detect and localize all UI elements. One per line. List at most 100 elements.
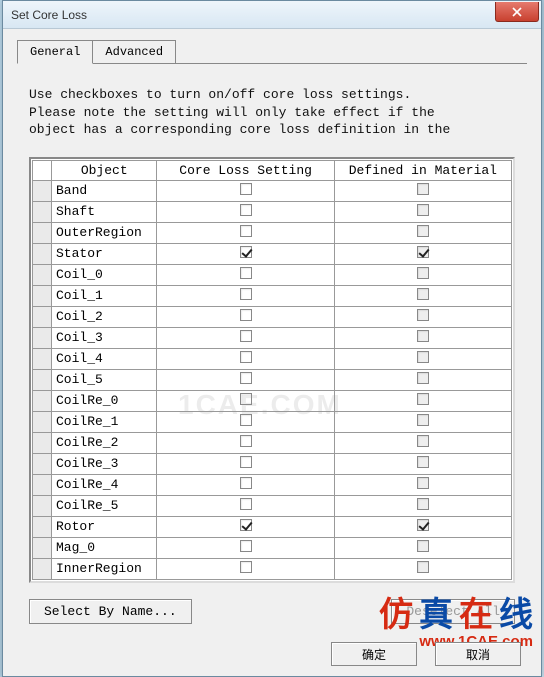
core-loss-checkbox[interactable] [240,330,252,342]
defined-cell [334,348,511,369]
object-cell: Mag_0 [51,537,157,558]
table-row: Coil_2 [33,306,512,327]
tab-advanced[interactable]: Advanced [92,40,176,63]
core-loss-cell [157,474,334,495]
row-gutter [33,390,52,411]
core-loss-checkbox[interactable] [240,204,252,216]
core-loss-checkbox[interactable] [240,477,252,489]
row-gutter [33,285,52,306]
row-gutter [33,180,52,201]
core-loss-checkbox[interactable] [240,246,252,258]
table-row: Shaft [33,201,512,222]
table-row: CoilRe_2 [33,432,512,453]
row-gutter [33,516,52,537]
defined-checkbox [417,477,429,489]
row-gutter [33,558,52,579]
defined-cell [334,474,511,495]
defined-checkbox [417,246,429,258]
core-loss-checkbox[interactable] [240,351,252,363]
row-gutter [33,348,52,369]
close-button[interactable] [495,2,539,22]
core-loss-checkbox[interactable] [240,435,252,447]
object-cell: CoilRe_4 [51,474,157,495]
row-gutter [33,537,52,558]
core-loss-checkbox[interactable] [240,561,252,573]
core-loss-checkbox[interactable] [240,225,252,237]
object-cell: InnerRegion [51,558,157,579]
dialog-window: Set Core Loss General Advanced Use check… [2,0,542,677]
core-loss-cell [157,243,334,264]
core-loss-checkbox[interactable] [240,456,252,468]
defined-checkbox [417,267,429,279]
core-loss-checkbox[interactable] [240,498,252,510]
table-row: Coil_4 [33,348,512,369]
tab-general[interactable]: General [17,40,93,64]
object-cell: CoilRe_1 [51,411,157,432]
core-loss-cell [157,516,334,537]
defined-checkbox [417,309,429,321]
core-loss-checkbox[interactable] [240,183,252,195]
core-loss-cell [157,558,334,579]
core-loss-checkbox[interactable] [240,393,252,405]
select-by-name-button[interactable]: Select By Name... [29,599,192,624]
row-gutter [33,327,52,348]
table-row: CoilRe_3 [33,453,512,474]
core-loss-cell [157,453,334,474]
defined-checkbox [417,183,429,195]
defined-cell [334,537,511,558]
defined-cell [334,369,511,390]
dialog-buttons: 确定 取消 [331,642,521,666]
core-loss-cell [157,327,334,348]
object-cell: CoilRe_3 [51,453,157,474]
defined-cell [334,558,511,579]
core-loss-checkbox[interactable] [240,414,252,426]
defined-checkbox [417,519,429,531]
defined-checkbox [417,456,429,468]
defined-cell [334,201,511,222]
table-row: CoilRe_4 [33,474,512,495]
header-core-loss: Core Loss Setting [157,160,334,180]
core-loss-checkbox[interactable] [240,372,252,384]
ok-button[interactable]: 确定 [331,642,417,666]
core-loss-checkbox[interactable] [240,519,252,531]
row-gutter [33,243,52,264]
object-table: Object Core Loss Setting Defined in Mate… [32,160,512,580]
core-loss-checkbox[interactable] [240,267,252,279]
table-row: Rotor [33,516,512,537]
row-gutter [33,453,52,474]
defined-checkbox [417,225,429,237]
defined-checkbox [417,288,429,300]
core-loss-cell [157,180,334,201]
defined-cell [334,495,511,516]
defined-checkbox [417,351,429,363]
core-loss-cell [157,201,334,222]
core-loss-cell [157,495,334,516]
core-loss-cell [157,411,334,432]
defined-checkbox [417,204,429,216]
defined-cell [334,180,511,201]
core-loss-cell [157,222,334,243]
defined-cell [334,264,511,285]
table-row: Coil_5 [33,369,512,390]
titlebar[interactable]: Set Core Loss [3,1,541,29]
cancel-button[interactable]: 取消 [435,642,521,666]
header-object: Object [51,160,157,180]
object-table-wrap: Object Core Loss Setting Defined in Mate… [29,157,515,583]
object-cell: Coil_0 [51,264,157,285]
core-loss-cell [157,390,334,411]
core-loss-checkbox[interactable] [240,309,252,321]
core-loss-cell [157,285,334,306]
header-defined: Defined in Material [334,160,511,180]
core-loss-cell [157,369,334,390]
row-gutter [33,201,52,222]
core-loss-checkbox[interactable] [240,288,252,300]
object-cell: CoilRe_2 [51,432,157,453]
row-gutter [33,432,52,453]
tab-strip: General Advanced [17,39,527,64]
core-loss-checkbox[interactable] [240,540,252,552]
object-cell: CoilRe_0 [51,390,157,411]
deselect-all-button[interactable]: Deselect All [391,599,515,624]
table-row: CoilRe_1 [33,411,512,432]
table-row: Stator [33,243,512,264]
dialog-content: General Advanced Use checkboxes to turn … [3,29,541,634]
